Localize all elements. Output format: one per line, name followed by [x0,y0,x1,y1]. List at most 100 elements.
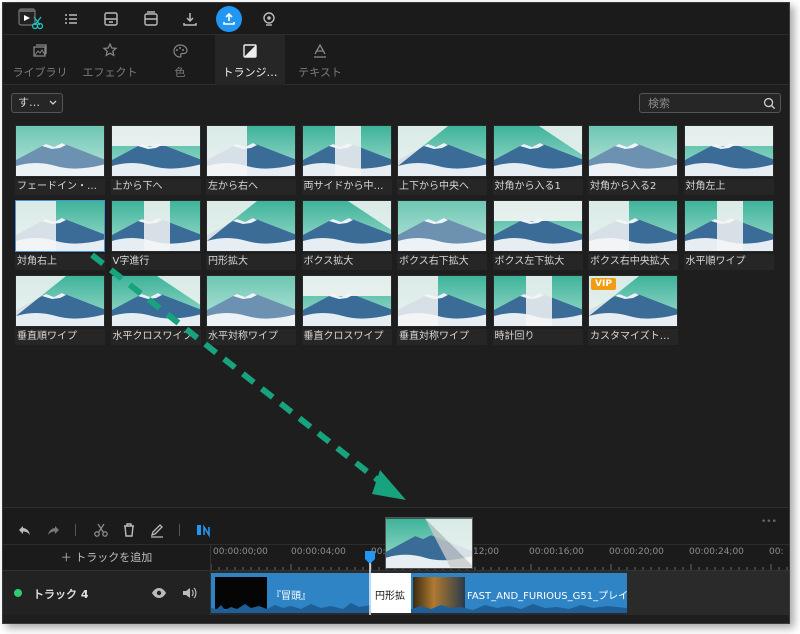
timeline-ruler[interactable]: 00:00:00;00 00:00:04;00 00:0 12;00 00:00… [211,545,789,571]
scissors-icon[interactable] [93,522,109,538]
transition-tile[interactable]: 円形拡大 [206,200,296,272]
tab-effects[interactable]: エフェクト [75,35,145,85]
transition-tile[interactable]: 上下から中央へ [397,125,487,197]
search-icon[interactable] [763,97,776,110]
playhead[interactable] [365,551,375,615]
app-logo-icon [18,8,43,30]
transition-icon [243,44,257,58]
toolbar-separator [179,524,180,536]
palette-icon [173,44,188,58]
save-icon[interactable] [101,9,121,29]
transition-tile[interactable]: 両サイドから中… [301,125,392,197]
transition-thumbnail [15,125,105,177]
ruler-label: 00:00:20;00 [609,547,664,557]
transition-label: 水平対称ワイプ [206,329,296,345]
track-status-dot[interactable] [14,589,22,597]
video-clip[interactable]: FAST_AND_FURIOUS_G51_プレイ [411,573,627,613]
record-icon[interactable] [259,9,279,29]
resize-handle[interactable]: ••• [761,517,777,527]
effects-icon [102,43,118,57]
trash-icon[interactable] [121,522,137,538]
speaker-icon[interactable] [181,585,197,601]
transition-label: 垂直クロスワイプ [301,329,392,345]
save-as-icon[interactable] [141,9,161,29]
clip-label: 円形拡 [375,591,405,602]
transition-label: ボクス右下拡大 [397,254,487,270]
transition-tile[interactable]: 対角左上 [683,125,774,197]
transition-label: カスタマイズト… [588,329,678,345]
transition-label: 垂直順ワイプ [15,329,105,345]
tab-library[interactable]: ライブラリ [5,35,75,85]
transition-label: 垂直対称ワイプ [397,329,487,345]
transition-thumbnail [301,200,392,252]
transition-thumbnail [110,125,201,177]
tab-color[interactable]: 色 [145,35,215,85]
transition-tile[interactable]: ボクス右中央拡大 [588,200,678,272]
search-box [639,93,781,113]
video-clip[interactable]: 『冒頭』 [211,573,371,613]
transition-label: V字進行 [110,254,201,270]
transition-tile[interactable]: ボクス拡大 [301,200,392,272]
transition-thumbnail [588,200,678,252]
transition-thumbnail [397,200,487,252]
transition-label: 水平順ワイプ [683,254,774,270]
add-track-button[interactable]: ＋ トラックを追加 [3,545,211,571]
tab-label: ライブラリ [12,66,68,79]
undo-icon[interactable] [17,522,33,538]
transition-tile[interactable]: 垂直順ワイプ [15,275,105,347]
tab-label: テキスト [298,66,342,79]
text-icon [314,43,326,58]
audio-waveform [211,603,371,613]
ruler-label: 00:00:16;00 [529,547,584,557]
transition-thumbnail [206,125,296,177]
transition-tile[interactable]: ボクス右下拡大 [397,200,487,272]
transition-label: 対角から入る1 [492,179,583,195]
transition-tile[interactable]: フェードイン・… [15,125,105,197]
transition-thumbnail [206,200,296,252]
transition-tile[interactable]: 水平クロスワイプ [110,275,201,347]
eye-icon[interactable] [151,586,167,600]
transition-label: 水平クロスワイプ [110,329,201,345]
vip-badge: VIP [591,278,616,290]
transition-tile[interactable]: 上から下へ [110,125,201,197]
transition-tile[interactable]: 時計回り [492,275,583,347]
transition-tile[interactable]: V字進行 [110,200,201,272]
edit-icon[interactable] [149,522,165,538]
redo-icon[interactable] [45,522,61,538]
transition-thumbnail [15,200,105,252]
tab-label: 色 [174,66,186,79]
transition-tile[interactable]: ボクス左下拡大 [492,200,583,272]
transition-tile[interactable]: 対角から入る2 [588,125,678,197]
transition-label: ボクス左下拡大 [492,254,583,270]
transition-thumbnail [683,200,774,252]
transition-label: ボクス拡大 [301,254,392,270]
chevron-down-icon [49,100,57,105]
toolbar-separator [75,524,76,536]
search-input[interactable] [648,96,760,110]
panel-tabs: ライブラリ エフェクト 色 トランジ… テキスト [3,35,789,85]
transition-tile[interactable]: 垂直対称ワイプ [397,275,487,347]
tab-text[interactable]: テキスト [285,35,355,85]
tab-transitions[interactable]: トランジ… [215,35,285,85]
list-icon[interactable] [61,9,81,29]
ruler-label: 00:00:00;00 [213,547,268,557]
transition-thumbnail [301,275,392,327]
transition-thumbnail [110,275,201,327]
transition-tile[interactable]: 対角から入る1 [492,125,583,197]
transition-thumbnail [588,125,678,177]
transition-tile[interactable]: 左から右へ [206,125,296,197]
transition-tile[interactable]: 水平順ワイプ [683,200,774,272]
transition-clip[interactable]: 円形拡 [371,573,411,613]
track-lane[interactable]: 『冒頭』 円形拡 FAST_AND_FURIOUS_G51_プレイ [211,571,789,615]
transition-tile[interactable]: 水平対称ワイプ [206,275,296,347]
transition-label: 対角右上 [15,254,105,270]
download-icon[interactable] [180,9,200,29]
transition-tile[interactable]: 垂直クロスワイプ [301,275,392,347]
transition-tile[interactable]: VIP カスタマイズト… [588,275,678,347]
transition-tile[interactable]: 対角右上 [15,200,105,272]
category-dropdown[interactable]: す… [11,93,63,113]
export-icon[interactable] [216,6,242,32]
split-track-icon[interactable] [195,522,211,538]
panel-divider [3,507,789,515]
tab-label: トランジ… [222,66,278,79]
